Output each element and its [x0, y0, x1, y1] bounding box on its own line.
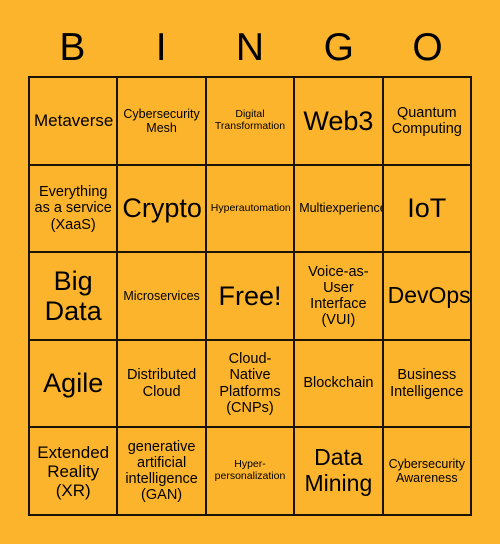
bingo-cell-label: Cloud-Native Platforms (CNPs) — [219, 351, 281, 416]
bingo-cell-r5-c2[interactable]: generative artificial intelligence (GAN) — [118, 428, 207, 516]
bingo-cell-label: DevOps — [387, 282, 471, 309]
bingo-cell-label: Agile — [43, 368, 104, 399]
bingo-cell-label: Voice-as-User Interface (VUI) — [308, 263, 369, 329]
bingo-cell-label: Blockchain — [303, 375, 374, 392]
bingo-cell-r1-c2[interactable]: Cybersecurity Mesh — [118, 78, 207, 166]
bingo-cell-r5-c4[interactable]: Data Mining — [295, 428, 384, 516]
bingo-cell-label: Extended Reality (XR) — [37, 442, 110, 500]
bingo-cell-r3-c1[interactable]: Big Data — [30, 253, 119, 341]
bingo-cell-label: Quantum Computing — [391, 104, 462, 137]
bingo-header-letter-i: I — [155, 25, 167, 69]
bingo-cell-r4-c3[interactable]: Cloud-Native Platforms (CNPs) — [206, 340, 296, 429]
bingo-cell-r5-c5[interactable]: Cybersecurity Awareness — [383, 428, 472, 516]
bingo-cell-label: Business Intelligence — [390, 367, 464, 400]
bingo-cell-label: Crypto — [122, 193, 202, 224]
bingo-cell-r3-c5[interactable]: DevOps — [383, 253, 472, 341]
bingo-cell-r1-c3[interactable]: Digital Transformation — [206, 78, 296, 166]
bingo-cell-label: Cybersecurity Awareness — [388, 457, 465, 486]
bingo-cell-r1-c4[interactable]: Web3 — [295, 78, 384, 166]
bingo-grid: Metaverse Cybersecurity Mesh Digital Trans… — [28, 76, 472, 516]
bingo-cell-label: Free! — [218, 280, 282, 311]
bingo-cell-label: Data Mining — [304, 444, 373, 497]
bingo-cell-label: Hyperautomation — [210, 201, 291, 214]
bingo-cell-label: Cybersecurity Mesh — [123, 106, 200, 135]
bingo-header-letter-n: N — [235, 25, 265, 69]
bingo-header-letter-b: B — [59, 25, 86, 69]
bingo-cell-r2-c1[interactable]: Everything as a service (XaaS) — [30, 165, 119, 254]
bingo-cell-label: Metaverse — [34, 111, 114, 131]
bingo-cell-label: Big Data — [44, 265, 102, 326]
bingo-cell-r2-c4[interactable]: Multiexperience — [295, 165, 384, 254]
bingo-cell-r4-c2[interactable]: Distributed Cloud — [118, 340, 207, 429]
bingo-cell-r4-c5[interactable]: Business Intelligence — [383, 340, 472, 429]
bingo-cell-r4-c4[interactable]: Blockchain — [295, 340, 384, 429]
bingo-header-letter-o: O — [412, 25, 443, 69]
bingo-cell-r2-c5[interactable]: IoT — [383, 165, 472, 254]
bingo-cell-r4-c1[interactable]: Agile — [30, 340, 119, 429]
bingo-cell-r2-c3[interactable]: Hyperautomation — [206, 165, 296, 254]
bingo-cell-label: Multiexperience — [299, 201, 384, 216]
bingo-cell-label: Distributed Cloud — [126, 367, 197, 400]
bingo-cell-label: IoT — [407, 193, 447, 224]
bingo-cell-r3-c2[interactable]: Microservices — [118, 253, 207, 341]
bingo-cell-r3-c4[interactable]: Voice-as-User Interface (VUI) — [295, 253, 384, 341]
bingo-cell-r5-c3[interactable]: Hyper-personalization — [206, 428, 296, 516]
bingo-cell-r1-c1[interactable]: Metaverse — [30, 78, 119, 166]
bingo-cell-label: Everything as a service (XaaS) — [34, 184, 112, 233]
bingo-cell-r1-c5[interactable]: Quantum Computing — [383, 78, 472, 166]
bingo-cell-label: generative artificial intelligence (GAN) — [125, 438, 198, 504]
bingo-cell-label: Web3 — [303, 105, 374, 136]
bingo-card: B I N G O Metaverse Cybersecurity Mesh Digital… — [0, 0, 500, 544]
bingo-cell-r2-c2[interactable]: Crypto — [118, 165, 207, 254]
bingo-free-space[interactable]: Free! — [206, 253, 296, 341]
bingo-cell-label: Hyper-personalization — [214, 458, 286, 483]
bingo-header-letter-g: G — [323, 25, 354, 69]
bingo-cell-label: Microservices — [123, 288, 200, 303]
bingo-cell-r5-c1[interactable]: Extended Reality (XR) — [30, 428, 119, 516]
bingo-header: BINGO — [28, 18, 472, 76]
bingo-cell-label: Digital Transformation — [214, 108, 286, 132]
